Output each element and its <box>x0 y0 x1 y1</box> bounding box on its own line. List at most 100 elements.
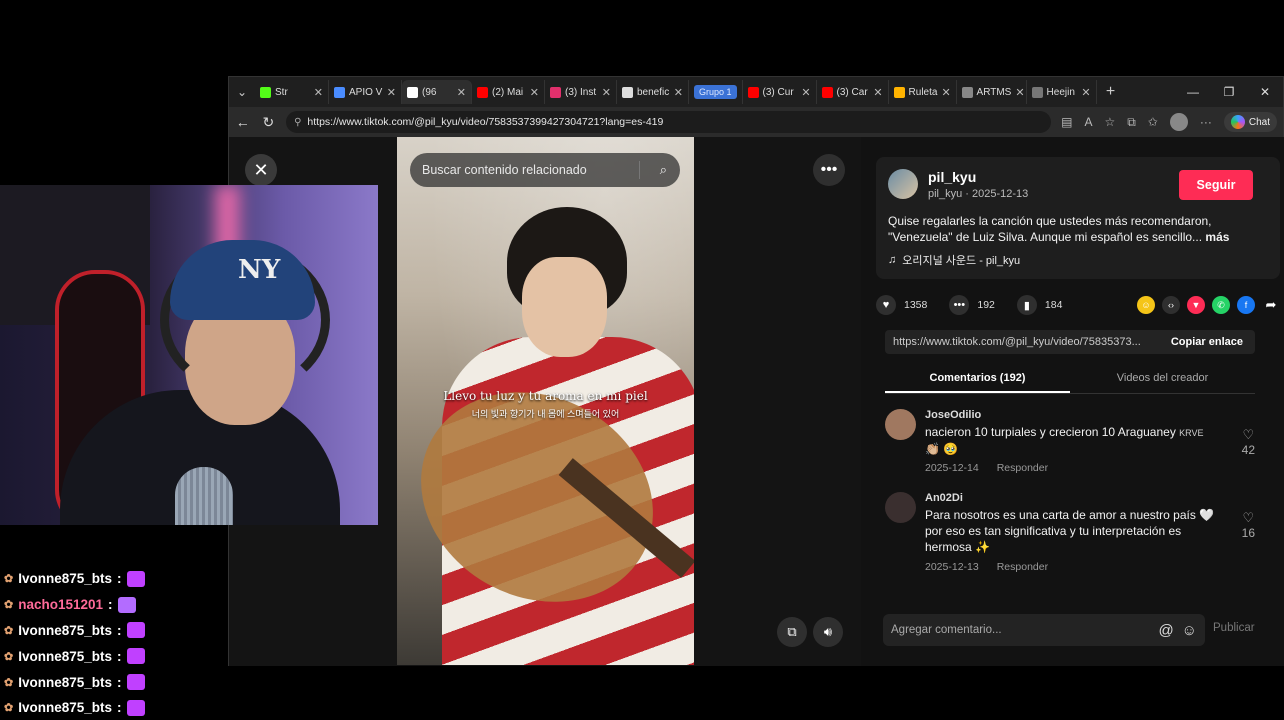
tab-group-chip[interactable]: Grupo 1 <box>689 80 743 104</box>
video-player[interactable]: Buscar contenido relacionado ⌕ Llevo tu … <box>397 137 694 665</box>
tab-comments[interactable]: Comentarios (192) <box>885 364 1070 393</box>
facebook-icon[interactable]: f <box>1237 296 1255 314</box>
favorite-icon[interactable]: ☆ <box>1104 115 1115 129</box>
url-field[interactable]: ⚲ https://www.tiktok.com/@pil_kyu/video/… <box>286 111 1052 133</box>
tab-close-icon[interactable]: ✕ <box>530 86 539 99</box>
copilot-icon <box>1230 115 1245 129</box>
tab-close-icon[interactable]: ✕ <box>602 86 611 99</box>
reload-icon[interactable]: ↻ <box>261 114 277 131</box>
music-link[interactable]: ♫ 오리지널 사운드 - pil_kyu <box>888 252 1020 268</box>
new-tab-button[interactable]: + <box>1097 83 1125 101</box>
tab-close-icon[interactable]: ✕ <box>674 86 683 99</box>
comment-button[interactable]: ••• 192 <box>949 295 995 315</box>
comment-text: Para nosotros es una carta de amor a nue… <box>925 507 1215 556</box>
menu-icon[interactable]: ··· <box>1200 115 1212 129</box>
tab-title: (96 <box>422 86 437 98</box>
author-card: pil_kyu pil_kyu · 2025-12-13 Seguir Quis… <box>876 157 1280 279</box>
browser-tab[interactable]: benefic ✕ <box>617 80 689 104</box>
chat-username[interactable]: Ivonne875_bts <box>18 623 112 638</box>
search-icon[interactable]: ⌕ <box>660 162 667 178</box>
tab-close-icon[interactable]: ✕ <box>1015 86 1024 99</box>
description-more-link[interactable]: más <box>1205 230 1229 244</box>
save-button[interactable]: ▮ 184 <box>1016 295 1062 315</box>
lyric-korean: 너의 빛과 향기가 내 몸에 스며들어 있어 <box>471 409 620 419</box>
tab-close-icon[interactable]: ✕ <box>457 86 466 99</box>
tab-close-icon[interactable]: ✕ <box>1081 86 1090 99</box>
emoji-icon[interactable]: ☺ <box>1182 622 1197 639</box>
send-to-friends-icon[interactable]: ▼ <box>1187 296 1205 314</box>
chat-badge-icon: ✿ <box>4 573 14 586</box>
browser-tab[interactable]: (96 ✕ <box>402 80 472 104</box>
browser-tab[interactable]: Str ✕ <box>255 80 329 104</box>
site-info-icon[interactable]: ⚲ <box>294 117 301 128</box>
floating-player-button[interactable]: ⧉ <box>777 617 807 647</box>
close-window-icon[interactable]: ✕ <box>1247 85 1283 99</box>
comment-like-button[interactable]: ♡ 42 <box>1242 427 1255 457</box>
related-search-input[interactable]: Buscar contenido relacionado ⌕ <box>410 153 680 187</box>
comment-username[interactable]: JoseOdilio <box>925 409 1255 421</box>
browser-tab[interactable]: Heejin ✕ <box>1027 80 1097 104</box>
whatsapp-icon[interactable]: ✆ <box>1212 296 1230 314</box>
translate-icon[interactable]: A <box>1084 115 1092 129</box>
author-avatar[interactable] <box>888 169 918 199</box>
tab-close-icon[interactable]: ✕ <box>873 86 882 99</box>
back-icon[interactable]: ← <box>235 114 251 130</box>
chat-username[interactable]: Ivonne875_bts <box>18 649 112 664</box>
copilot-chat-button[interactable]: Chat <box>1223 112 1277 132</box>
like-button[interactable]: ♥ 1358 <box>876 295 927 315</box>
tab-list-chevron-icon[interactable]: ⌄ <box>229 77 255 107</box>
collections-icon[interactable]: ✩ <box>1148 115 1158 129</box>
comment-avatar[interactable] <box>885 492 916 523</box>
tab-close-icon[interactable]: ✕ <box>314 86 323 99</box>
comment-avatar[interactable] <box>885 409 916 440</box>
tab-title: Ruleta <box>908 86 938 98</box>
volume-button[interactable]: 🔊︎ <box>813 617 843 647</box>
comment-reply-button[interactable]: Responder <box>997 561 1048 573</box>
chat-username[interactable]: Ivonne875_bts <box>18 571 112 586</box>
chat-username[interactable]: Ivonne875_bts <box>18 675 112 690</box>
browser-tab[interactable]: ARTMS ✕ <box>957 80 1027 104</box>
more-options-button[interactable]: ••• <box>813 154 845 186</box>
browser-tab[interactable]: (2) Mai ✕ <box>472 80 545 104</box>
video-description: Quise regalarles la canción que ustedes … <box>888 213 1268 245</box>
comment-username[interactable]: An02Di <box>925 492 1255 504</box>
share-buttons: ☺ ‹› ▼ ✆ f ➦ <box>1137 296 1280 314</box>
chat-username[interactable]: nacho151201 <box>18 597 103 612</box>
embed-icon[interactable]: ‹› <box>1162 296 1180 314</box>
chat-separator: : <box>117 700 122 716</box>
tab-close-icon[interactable]: ✕ <box>387 86 396 99</box>
profile-avatar[interactable] <box>1169 113 1188 131</box>
chat-separator: : <box>108 597 113 613</box>
publish-button[interactable]: Publicar <box>1213 622 1255 634</box>
comment-like-button[interactable]: ♡ 16 <box>1242 510 1255 540</box>
copy-link-button[interactable]: Copiar enlace <box>1159 336 1255 348</box>
browser-tab[interactable]: (3) Car ✕ <box>817 80 889 104</box>
tab-close-icon[interactable]: ✕ <box>941 86 950 99</box>
extensions-icon[interactable]: ⧉ <box>1127 115 1136 130</box>
restore-icon[interactable]: ❐ <box>1211 85 1247 99</box>
share-arrow-icon[interactable]: ➦ <box>1262 296 1280 314</box>
reader-icon[interactable]: ▤ <box>1061 115 1072 129</box>
tab-creator-videos[interactable]: Videos del creador <box>1070 364 1255 393</box>
browser-tab[interactable]: (3) Cur ✕ <box>743 80 817 104</box>
browser-tab[interactable]: APIO V ✕ <box>329 80 402 104</box>
chat-username[interactable]: Ivonne875_bts <box>18 700 112 715</box>
tab-close-icon[interactable]: ✕ <box>801 86 810 99</box>
chat-message: ✿ Ivonne875_bts: <box>4 695 224 720</box>
minimize-icon[interactable]: — <box>1175 85 1211 99</box>
author-username[interactable]: pil_kyu <box>928 169 976 185</box>
share-link-text[interactable]: https://www.tiktok.com/@pil_kyu/video/75… <box>885 336 1159 348</box>
description-text: Quise regalarles la canción que ustedes … <box>888 214 1212 244</box>
ellipsis-icon: ••• <box>820 161 838 178</box>
browser-tab[interactable]: (3) Inst ✕ <box>545 80 617 104</box>
browser-window: ⌄ Str ✕ APIO V ✕ (96 ✕ (2) Mai ✕ (3) Inst ✕ benefi… <box>228 76 1284 666</box>
tab-title: benefic <box>637 86 670 98</box>
emoji-share-icon[interactable]: ☺ <box>1137 296 1155 314</box>
comment-input[interactable]: Agregar comentario... @ ☺ <box>883 614 1205 646</box>
browser-tab[interactable]: Ruleta ✕ <box>889 80 957 104</box>
comment-reply-button[interactable]: Responder <box>997 462 1048 474</box>
mention-icon[interactable]: @ <box>1158 622 1173 639</box>
close-video-button[interactable]: ✕ <box>245 154 277 186</box>
chat-message: ✿ Ivonne875_bts: <box>4 618 224 644</box>
follow-button[interactable]: Seguir <box>1179 170 1253 200</box>
